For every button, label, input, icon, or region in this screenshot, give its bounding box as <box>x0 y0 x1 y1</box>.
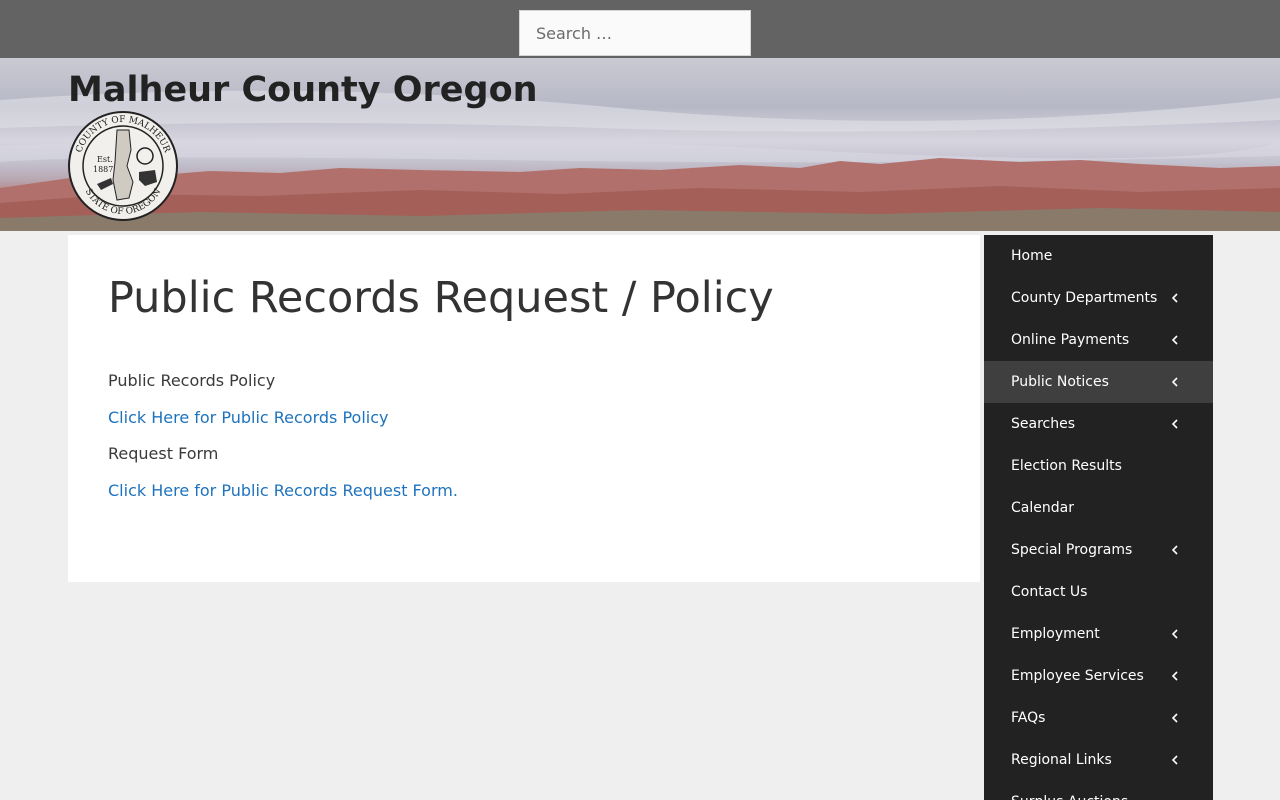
sidebar-item-employment[interactable]: Employment <box>984 613 1213 655</box>
sidebar-item-election-results[interactable]: Election Results <box>984 445 1213 487</box>
request-form-link-paragraph: Click Here for Public Records Request Fo… <box>108 480 458 502</box>
sidebar-navigation: Home County Departments Online Payments Pub… <box>984 235 1213 800</box>
sidebar-item-label: FAQs <box>1011 710 1046 726</box>
chevron-left-icon[interactable] <box>1169 374 1181 390</box>
chevron-left-icon[interactable] <box>1169 710 1181 726</box>
chevron-left-icon[interactable] <box>1169 752 1181 768</box>
sidebar-item-label: Surplus Auctions <box>1011 794 1128 800</box>
chevron-left-icon[interactable] <box>1169 626 1181 642</box>
policy-heading: Public Records Policy <box>108 371 276 390</box>
sidebar-item-surplus-auctions[interactable]: Surplus Auctions <box>984 781 1213 800</box>
sidebar-item-label: Contact Us <box>1011 584 1088 600</box>
sidebar-item-label: Regional Links <box>1011 752 1112 768</box>
policy-link-paragraph: Click Here for Public Records Policy <box>108 407 389 429</box>
sidebar-item-label: Calendar <box>1011 500 1074 516</box>
chevron-left-icon[interactable] <box>1169 332 1181 348</box>
sidebar-item-calendar[interactable]: Calendar <box>984 487 1213 529</box>
sidebar-item-regional-links[interactable]: Regional Links <box>984 739 1213 781</box>
public-records-request-form-link[interactable]: Click Here for Public Records Request Fo… <box>108 481 458 500</box>
sidebar-item-label: Home <box>1011 248 1053 264</box>
svg-text:Est.: Est. <box>97 155 113 164</box>
sidebar-item-contact-us[interactable]: Contact Us <box>984 571 1213 613</box>
chevron-left-icon[interactable] <box>1169 416 1181 432</box>
sidebar-item-faqs[interactable]: FAQs <box>984 697 1213 739</box>
request-form-heading: Request Form <box>108 444 219 463</box>
sidebar-item-label: Employee Services <box>1011 668 1144 684</box>
page-title: Public Records Request / Policy <box>108 273 774 323</box>
sidebar-item-employee-services[interactable]: Employee Services <box>984 655 1213 697</box>
chevron-left-icon[interactable] <box>1169 542 1181 558</box>
public-records-policy-link[interactable]: Click Here for Public Records Policy <box>108 408 389 427</box>
search-input[interactable] <box>519 10 751 56</box>
top-bar <box>0 0 1280 58</box>
sidebar-item-label: Online Payments <box>1011 332 1130 348</box>
county-seal-logo[interactable]: Est. 1887 COUNTY OF MALHEUR STATE OF ORE… <box>67 110 179 222</box>
chevron-left-icon[interactable] <box>1169 290 1181 306</box>
sidebar-item-special-programs[interactable]: Special Programs <box>984 529 1213 571</box>
sidebar-item-label: Searches <box>1011 416 1076 432</box>
sidebar-item-online-payments[interactable]: Online Payments <box>984 319 1213 361</box>
sidebar-item-label: Special Programs <box>1011 542 1133 558</box>
sidebar-item-home[interactable]: Home <box>984 235 1213 277</box>
sidebar-item-label: County Departments <box>1011 290 1158 306</box>
chevron-left-icon[interactable] <box>1169 668 1181 684</box>
sidebar-item-searches[interactable]: Searches <box>984 403 1213 445</box>
sidebar-item-label: Employment <box>1011 626 1100 642</box>
sidebar-item-label: Public Notices <box>1011 374 1109 390</box>
svg-text:1887: 1887 <box>93 165 113 174</box>
site-title[interactable]: Malheur County Oregon <box>68 70 538 110</box>
main-content: Public Records Request / Policy Public R… <box>68 235 980 582</box>
sidebar-item-public-notices[interactable]: Public Notices <box>984 361 1213 403</box>
sidebar-item-county-departments[interactable]: County Departments <box>984 277 1213 319</box>
sidebar-item-label: Election Results <box>1011 458 1122 474</box>
